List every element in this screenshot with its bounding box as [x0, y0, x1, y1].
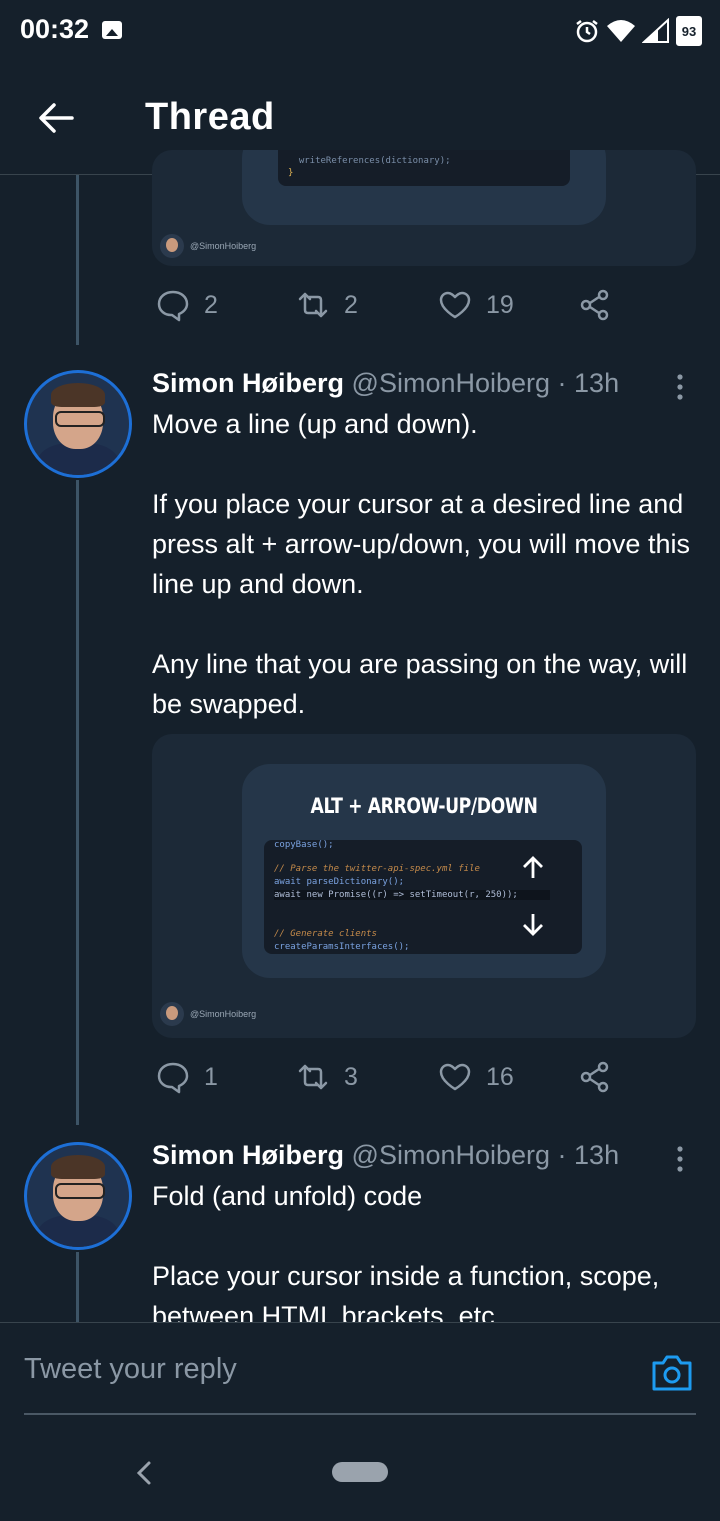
share-icon [580, 289, 609, 321]
retweet-button[interactable]: 3 [296, 1060, 358, 1094]
tweet[interactable]: Simon Høiberg @SimonHoiberg · 13h Fold (… [0, 1140, 720, 1331]
system-home-button[interactable] [332, 1462, 388, 1482]
reply-composer [0, 1322, 720, 1521]
author-name[interactable]: Simon Høiberg [152, 1140, 344, 1170]
arrow-down-icon [523, 914, 543, 936]
reply-input[interactable] [24, 1353, 584, 1386]
wifi-icon [607, 20, 635, 42]
arrow-left-icon [39, 103, 74, 133]
avatar[interactable] [24, 1142, 132, 1250]
more-vertical-icon[interactable] [668, 1144, 692, 1174]
page-title: Thread [145, 96, 275, 138]
media-title: ALT + ARROW-UP/DOWN [310, 794, 538, 818]
code-line: createParamsInterfaces(); [274, 942, 410, 952]
status-time: 00:32 [20, 14, 90, 44]
tweet-header: Simon Høiberg @SimonHoiberg · 13h [152, 368, 619, 399]
credit-handle: @SimonHoiberg [190, 1009, 257, 1019]
like-button[interactable]: 16 [438, 1060, 514, 1094]
retweet-count: 3 [344, 1062, 358, 1091]
camera-icon[interactable] [650, 1353, 694, 1393]
tweet-text: Fold (and unfold) code Place your cursor… [152, 1181, 660, 1331]
share-button[interactable] [578, 1060, 612, 1094]
speech-bubble-icon [157, 290, 189, 322]
tweet[interactable]: Simon Høiberg @SimonHoiberg · 13h Move a… [0, 368, 720, 1125]
retweet-icon [298, 1064, 328, 1090]
code-line: // Generate clients [274, 929, 377, 939]
tweet-media-previous[interactable]: writeReferences(dictionary); } @SimonHoi… [152, 150, 696, 266]
reply-button[interactable]: 2 [156, 288, 218, 322]
avatar [160, 1002, 184, 1026]
code-snippet: copyBase(); // Parse the twitter-api-spe… [264, 840, 582, 954]
status-bar: 00:32 93 [0, 0, 720, 64]
author-name[interactable]: Simon Høiberg [152, 368, 344, 398]
code-line: } [288, 168, 294, 178]
code-snippet: writeReferences(dictionary); } [278, 150, 570, 186]
reply-button[interactable]: 1 [156, 1060, 218, 1094]
code-line: await new Promise((r) => setTimeout(r, 2… [274, 890, 550, 900]
reply-count: 2 [204, 290, 218, 319]
media-credit: @SimonHoiberg [160, 234, 256, 258]
like-button[interactable]: 19 [438, 288, 514, 322]
arrow-up-icon [523, 856, 543, 878]
media-frame: writeReferences(dictionary); } [242, 150, 606, 225]
heart-icon [439, 291, 471, 319]
tweet-actions: 2 2 19 [156, 288, 636, 328]
tweet-actions: 1 3 16 [156, 1060, 636, 1100]
speech-bubble-icon [157, 1062, 189, 1094]
code-line: await parseDictionary(); [274, 877, 405, 887]
avatar [160, 234, 184, 258]
divider [24, 1413, 696, 1415]
back-button[interactable] [36, 98, 76, 138]
code-line: copyBase(); [274, 840, 334, 850]
like-count: 19 [486, 290, 514, 319]
tweet-time: · 13h [557, 1140, 620, 1170]
tweet-header: Simon Høiberg @SimonHoiberg · 13h [152, 1140, 619, 1171]
thread-connector [76, 175, 79, 345]
retweet-count: 2 [344, 290, 358, 319]
avatar[interactable] [24, 370, 132, 478]
retweet-icon [298, 292, 328, 318]
tweet-time: · 13h [557, 368, 620, 398]
image-notification-icon [102, 21, 122, 39]
author-handle[interactable]: @SimonHoiberg [352, 1140, 551, 1170]
media-credit: @SimonHoiberg [160, 1002, 256, 1026]
signal-icon [642, 18, 669, 43]
status-icons: 93 [574, 16, 702, 46]
thread-connector [76, 480, 79, 1125]
retweet-button[interactable]: 2 [296, 288, 358, 322]
credit-handle: @SimonHoiberg [190, 241, 257, 251]
tweet-text: Move a line (up and down). If you place … [152, 409, 690, 719]
media-frame: ALT + ARROW-UP/DOWN copyBase(); // Parse… [242, 764, 606, 978]
code-line: // Parse the twitter-api-spec.yml file [274, 864, 480, 874]
battery-indicator: 93 [676, 16, 702, 46]
code-line: writeReferences(dictionary); [288, 156, 451, 166]
author-handle[interactable]: @SimonHoiberg [352, 368, 551, 398]
like-count: 16 [486, 1062, 514, 1091]
share-icon [580, 1061, 609, 1093]
more-vertical-icon[interactable] [668, 372, 692, 402]
heart-icon [439, 1063, 471, 1091]
share-button[interactable] [578, 288, 612, 322]
tweet-media[interactable]: ALT + ARROW-UP/DOWN copyBase(); // Parse… [152, 734, 696, 1038]
system-back-button[interactable] [132, 1459, 156, 1487]
alarm-icon [576, 20, 598, 43]
reply-count: 1 [204, 1062, 218, 1091]
thread-connector [76, 1252, 79, 1322]
